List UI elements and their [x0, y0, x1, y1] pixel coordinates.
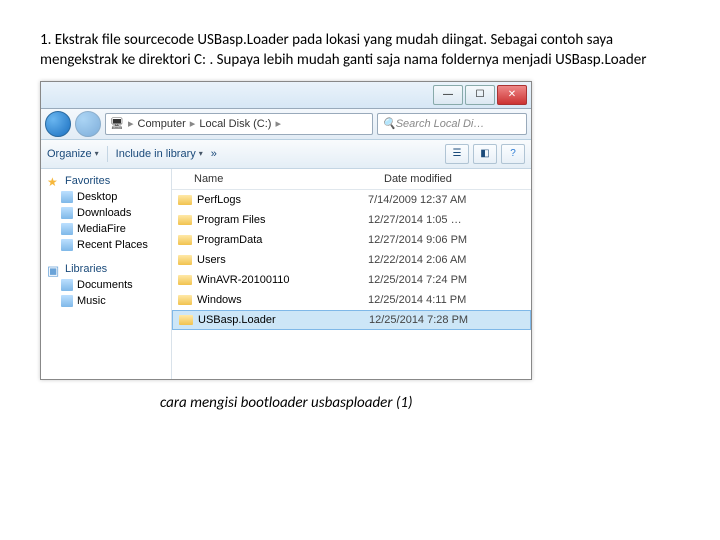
sidebar-item-recent[interactable]: Recent Places — [41, 237, 171, 253]
file-list: Name Date modified PerfLogs 7/14/2009 12:… — [172, 169, 531, 379]
search-input[interactable]: 🔍 Search Local Di… — [377, 113, 527, 135]
file-date: 12/25/2014 7:24 PM — [368, 274, 531, 286]
favorites-group[interactable]: ★Favorites — [41, 173, 171, 189]
folder-icon — [179, 315, 193, 325]
header-name[interactable]: Name — [172, 173, 384, 185]
sidebar-item-desktop[interactable]: Desktop — [41, 189, 171, 205]
address-bar: 🖥 ▸ Computer ▸ Local Disk (C:) ▸ 🔍 Searc… — [41, 109, 531, 140]
star-icon: ★ — [47, 175, 61, 187]
table-row[interactable]: PerfLogs 7/14/2009 12:37 AM — [172, 190, 531, 210]
folder-icon — [61, 239, 73, 251]
folder-icon — [178, 195, 192, 205]
file-name: USBasp.Loader — [198, 314, 276, 326]
folder-icon — [178, 255, 192, 265]
library-icon: ▣ — [47, 263, 61, 275]
breadcrumb-drive[interactable]: Local Disk (C:) — [199, 118, 271, 130]
search-placeholder: Search Local Di… — [396, 118, 485, 130]
file-date: 12/22/2014 2:06 AM — [368, 254, 531, 266]
sidebar-item-music[interactable]: Music — [41, 293, 171, 309]
table-row[interactable]: WinAVR-20100110 12/25/2014 7:24 PM — [172, 270, 531, 290]
file-name: Windows — [197, 294, 242, 306]
sidebar-item-mediafire[interactable]: MediaFire — [41, 221, 171, 237]
folder-icon — [61, 223, 73, 235]
folder-icon — [178, 235, 192, 245]
table-row[interactable]: Program Files 12/27/2014 1:05 … — [172, 210, 531, 230]
more-button[interactable]: » — [211, 148, 217, 160]
folder-icon — [61, 295, 73, 307]
file-date: 7/14/2009 12:37 AM — [368, 194, 531, 206]
back-button[interactable] — [45, 111, 71, 137]
navigation-pane: ★Favorites Desktop Downloads MediaFire R… — [41, 169, 172, 379]
include-library-button[interactable]: Include in library — [116, 148, 203, 160]
table-row[interactable]: Users 12/22/2014 2:06 AM — [172, 250, 531, 270]
file-date: 12/27/2014 9:06 PM — [368, 234, 531, 246]
file-name: WinAVR-20100110 — [197, 274, 290, 286]
sidebar-item-documents[interactable]: Documents — [41, 277, 171, 293]
file-date: 12/25/2014 7:28 PM — [369, 314, 530, 326]
search-icon: 🔍 — [382, 117, 396, 130]
folder-icon — [178, 215, 192, 225]
file-name: PerfLogs — [197, 194, 241, 206]
preview-pane-button[interactable]: ◧ — [473, 144, 497, 164]
folder-icon — [178, 275, 192, 285]
libraries-group[interactable]: ▣Libraries — [41, 261, 171, 277]
file-name: Program Files — [197, 214, 265, 226]
window-titlebar: — ☐ ✕ — [41, 82, 531, 109]
file-name: ProgramData — [197, 234, 262, 246]
file-date: 12/27/2014 1:05 … — [368, 214, 531, 226]
file-name: Users — [197, 254, 226, 266]
close-button[interactable]: ✕ — [497, 85, 527, 105]
sidebar-item-downloads[interactable]: Downloads — [41, 205, 171, 221]
figure-caption: cara mengisi bootloader usbasploader (1) — [160, 394, 680, 412]
table-row[interactable]: ProgramData 12/27/2014 9:06 PM — [172, 230, 531, 250]
maximize-button[interactable]: ☐ — [465, 85, 495, 105]
header-date[interactable]: Date modified — [384, 173, 531, 185]
computer-icon: 🖥 — [110, 117, 124, 130]
folder-icon — [61, 191, 73, 203]
breadcrumb-computer[interactable]: Computer — [138, 118, 186, 130]
folder-icon — [61, 279, 73, 291]
view-button[interactable]: ☰ — [445, 144, 469, 164]
minimize-button[interactable]: — — [433, 85, 463, 105]
instruction-text: 1. Ekstrak file sourcecode USBasp.Loader… — [40, 30, 680, 71]
column-headers[interactable]: Name Date modified — [172, 169, 531, 190]
table-row[interactable]: Windows 12/25/2014 4:11 PM — [172, 290, 531, 310]
forward-button[interactable] — [75, 111, 101, 137]
explorer-window: — ☐ ✕ 🖥 ▸ Computer ▸ Local Disk (C:) ▸ 🔍… — [40, 81, 532, 380]
help-button[interactable]: ? — [501, 144, 525, 164]
table-row[interactable]: USBasp.Loader 12/25/2014 7:28 PM — [172, 310, 531, 330]
toolbar: Organize Include in library » ☰ ◧ ? — [41, 140, 531, 169]
folder-icon — [178, 295, 192, 305]
organize-button[interactable]: Organize — [47, 148, 99, 160]
file-date: 12/25/2014 4:11 PM — [368, 294, 531, 306]
breadcrumb[interactable]: 🖥 ▸ Computer ▸ Local Disk (C:) ▸ — [105, 113, 373, 135]
folder-icon — [61, 207, 73, 219]
